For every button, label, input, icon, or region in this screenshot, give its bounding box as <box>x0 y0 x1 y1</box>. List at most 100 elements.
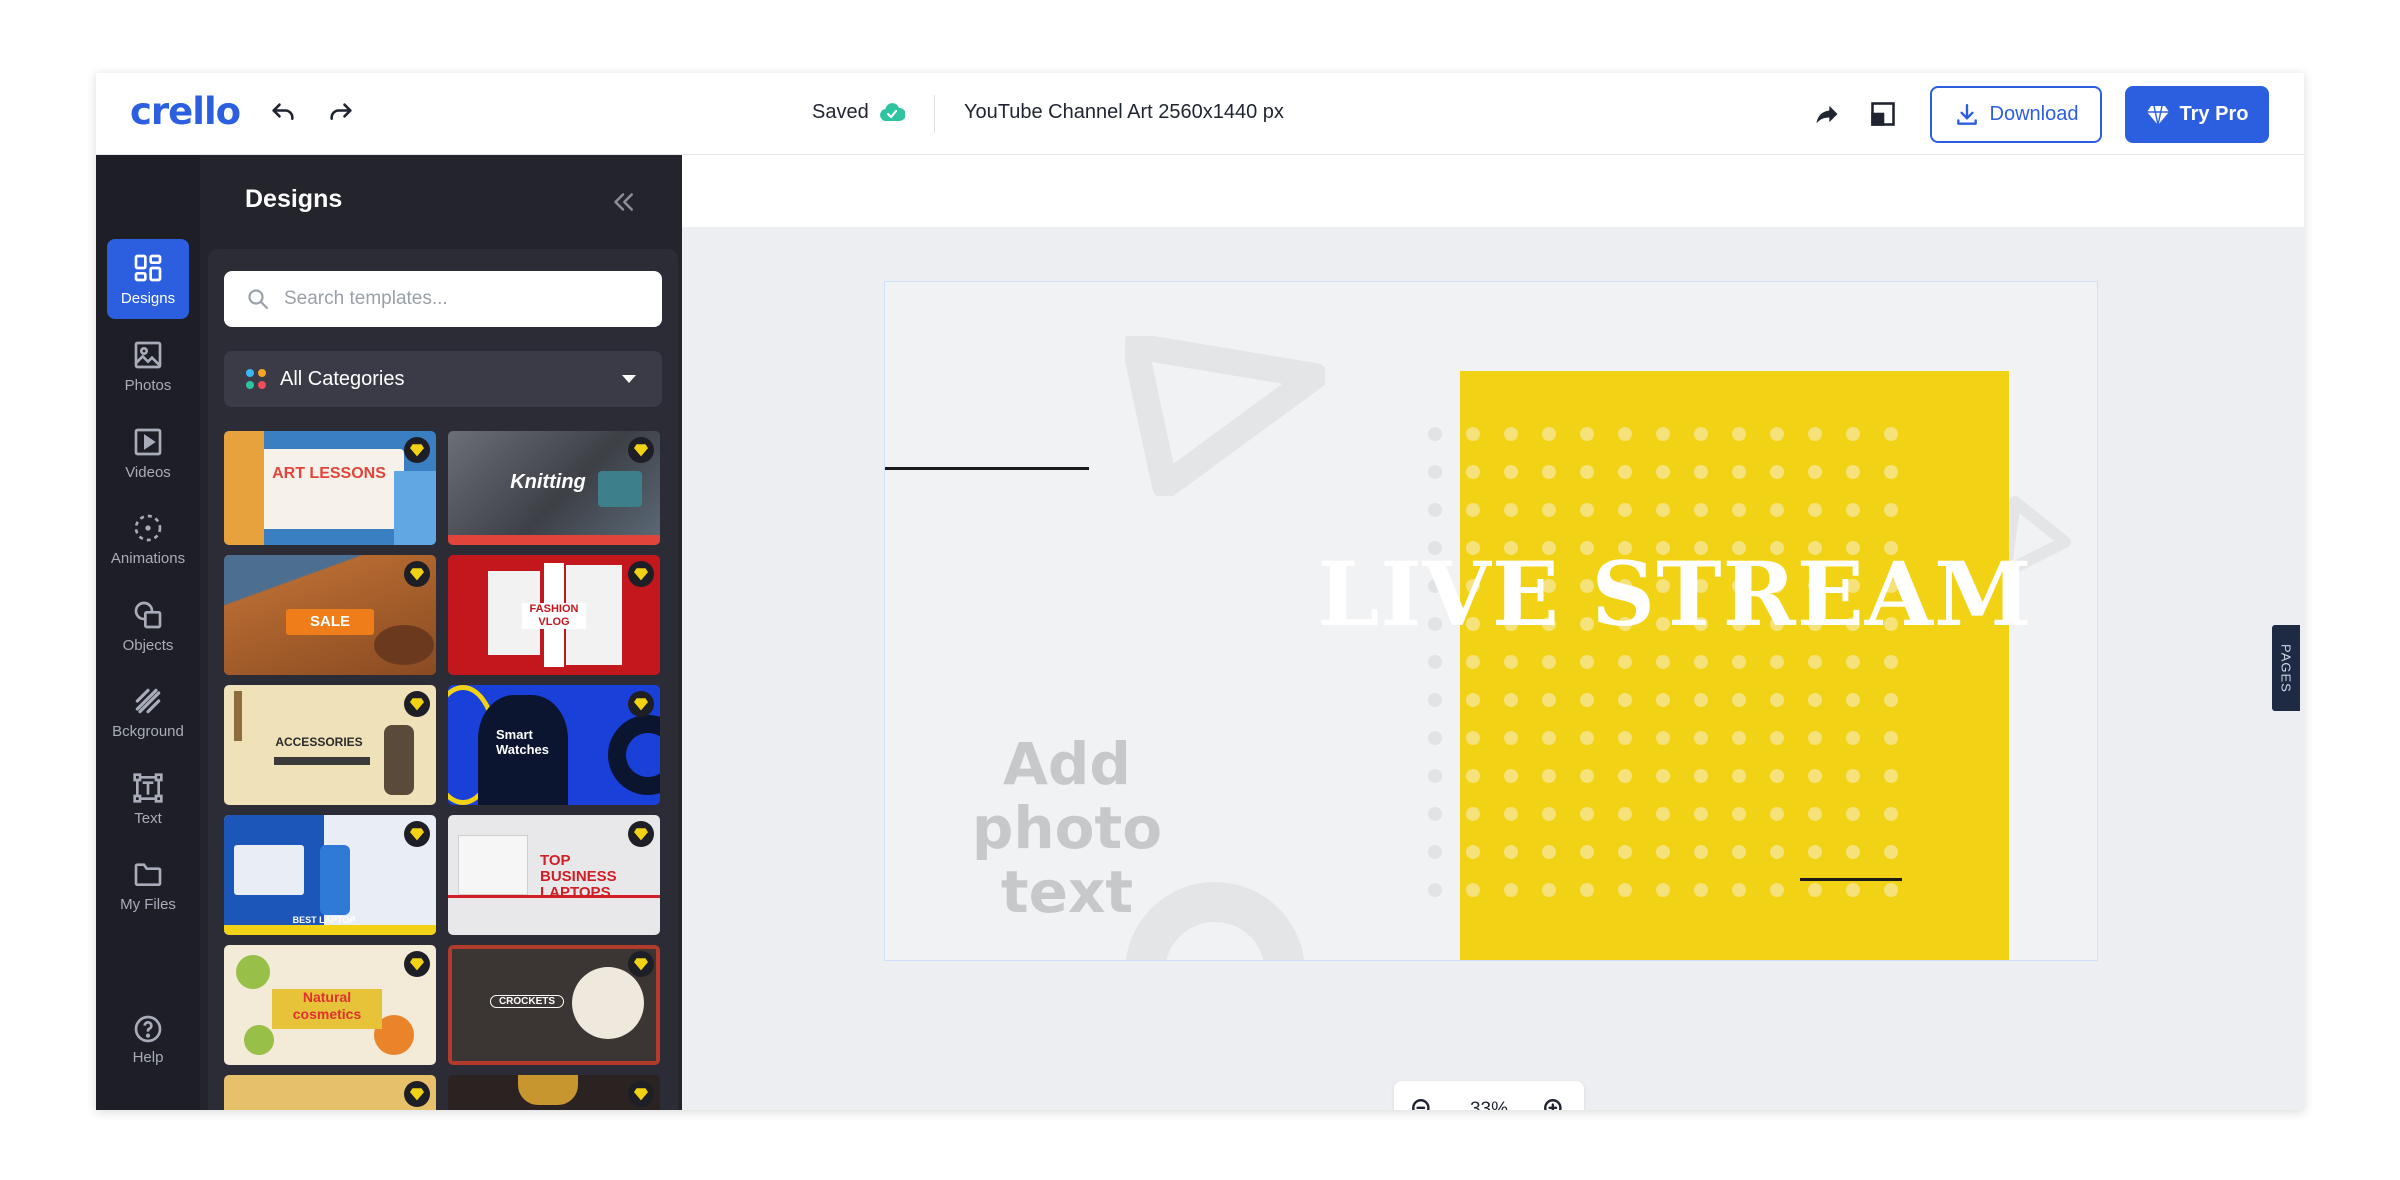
videos-icon <box>134 428 162 455</box>
pattern-dot <box>1618 427 1632 441</box>
document-title[interactable]: YouTube Channel Art 2560x1440 px <box>964 101 1284 124</box>
rail-label: Bckground <box>112 722 184 740</box>
template-thumbnail[interactable] <box>224 1075 436 1110</box>
rail-item-animations[interactable]: Animations <box>107 499 189 579</box>
headline-text[interactable]: LIVE STREAM <box>885 542 2097 646</box>
pattern-dot <box>1542 427 1556 441</box>
pattern-dot <box>1694 769 1708 783</box>
pattern-dot <box>1428 769 1442 783</box>
pattern-dot <box>1580 845 1594 859</box>
thumbnail-title: Natural cosmetics <box>272 989 382 1029</box>
pattern-dot <box>1694 503 1708 517</box>
template-thumbnail[interactable]: ACCESSORIES <box>224 685 436 805</box>
pattern-dot <box>1656 693 1670 707</box>
pattern-dot <box>1428 503 1442 517</box>
pattern-dot <box>1808 769 1822 783</box>
animations-icon <box>134 514 162 541</box>
pattern-dot <box>1504 503 1518 517</box>
pattern-dot <box>1656 731 1670 745</box>
accent-line[interactable] <box>1800 878 1902 881</box>
zoom-out-button[interactable] <box>1408 1095 1438 1110</box>
pattern-dot <box>1504 693 1518 707</box>
template-thumbnail[interactable]: SALE <box>224 555 436 675</box>
design-canvas[interactable]: LIVE STREAM Add photo text <box>884 281 2098 961</box>
template-thumbnail[interactable]: Knitting <box>448 431 660 545</box>
template-thumbnail[interactable]: BEST LAPTOP <box>224 815 436 935</box>
pattern-dot <box>1466 503 1480 517</box>
template-thumbnail[interactable]: TOP BUSINESS LAPTOPS <box>448 815 660 935</box>
rail-item-designs[interactable]: Designs <box>107 239 189 319</box>
pattern-dot <box>1656 503 1670 517</box>
collapse-panel-button[interactable] <box>608 187 638 217</box>
text-icon <box>133 772 163 803</box>
pattern-dot <box>1846 807 1860 821</box>
template-thumbnail[interactable]: ART LESSONS <box>224 431 436 545</box>
template-thumbnail[interactable]: CROCKETS <box>448 945 660 1065</box>
background-icon <box>135 688 161 713</box>
help-button[interactable]: Help <box>107 1013 189 1083</box>
canvas-workspace: LIVE STREAM Add photo text 33% <box>682 155 2304 1110</box>
pattern-dot <box>1884 845 1898 859</box>
redo-icon <box>330 103 352 120</box>
try-pro-button[interactable]: Try Pro <box>2125 86 2269 143</box>
pattern-dot <box>1618 465 1632 479</box>
template-thumbnail[interactable]: Smart Watches <box>448 685 660 805</box>
crown-icon <box>628 951 654 977</box>
search-templates-field[interactable]: Search templates... <box>224 271 662 327</box>
share-button[interactable] <box>1810 97 1844 131</box>
rail-item-objects[interactable]: Objects <box>107 586 189 666</box>
photo-text-placeholder[interactable]: Add photo text <box>957 732 1177 924</box>
pattern-dot <box>1466 883 1480 897</box>
categories-dropdown[interactable]: All Categories <box>224 351 662 407</box>
crello-logo[interactable]: crello <box>130 90 241 133</box>
download-button[interactable]: Download <box>1930 86 2102 143</box>
crown-icon <box>628 437 654 463</box>
pattern-dot <box>1808 731 1822 745</box>
pattern-dot <box>1808 845 1822 859</box>
crown-icon <box>404 821 430 847</box>
template-thumbnail[interactable] <box>448 1075 660 1110</box>
pattern-dot <box>1808 693 1822 707</box>
template-thumbnail[interactable]: FASHION VLOG <box>448 555 660 675</box>
rail-label: Text <box>134 809 162 827</box>
pattern-dot <box>1428 427 1442 441</box>
pattern-dot <box>1580 503 1594 517</box>
accent-line[interactable] <box>885 467 1089 470</box>
pattern-dot <box>1580 655 1594 669</box>
pattern-dot <box>1618 807 1632 821</box>
redo-button[interactable] <box>324 97 358 131</box>
pattern-dot <box>1656 465 1670 479</box>
chevron-down-icon <box>622 375 636 383</box>
pattern-dot <box>1808 883 1822 897</box>
pattern-dot <box>1656 427 1670 441</box>
resize-button[interactable] <box>1866 97 1900 131</box>
panel-title: Designs <box>245 185 343 213</box>
pages-tab[interactable]: PAGES <box>2272 625 2300 711</box>
pattern-dot <box>1808 807 1822 821</box>
rail-item-text[interactable]: Text <box>107 759 189 839</box>
pattern-dot <box>1428 845 1442 859</box>
pattern-dot <box>1542 883 1556 897</box>
pattern-dot <box>1732 655 1746 669</box>
pattern-dot <box>1694 731 1708 745</box>
editor-window: crello Saved YouTube Channel Art 2560x14… <box>96 73 2304 1110</box>
rail-item-videos[interactable]: Videos <box>107 413 189 493</box>
pattern-dot <box>1580 427 1594 441</box>
rail-item-photos[interactable]: Photos <box>107 326 189 406</box>
undo-button[interactable] <box>266 97 300 131</box>
rail-item-my-files[interactable]: My Files <box>107 845 189 925</box>
triangle-shape <box>1125 336 1325 496</box>
saved-label: Saved <box>812 101 869 123</box>
pattern-dot <box>1732 731 1746 745</box>
pattern-dot <box>1732 883 1746 897</box>
pattern-dot <box>1770 693 1784 707</box>
rail-item-background[interactable]: Bckground <box>107 672 189 752</box>
zoom-in-button[interactable] <box>1540 1095 1570 1110</box>
pattern-dot <box>1542 465 1556 479</box>
pattern-dot <box>1428 731 1442 745</box>
pattern-dot <box>1884 883 1898 897</box>
thumbnail-title: TOP BUSINESS LAPTOPS <box>540 852 617 901</box>
template-thumbnail[interactable]: Natural cosmetics <box>224 945 436 1065</box>
crown-icon <box>404 951 430 977</box>
pattern-dot <box>1618 655 1632 669</box>
